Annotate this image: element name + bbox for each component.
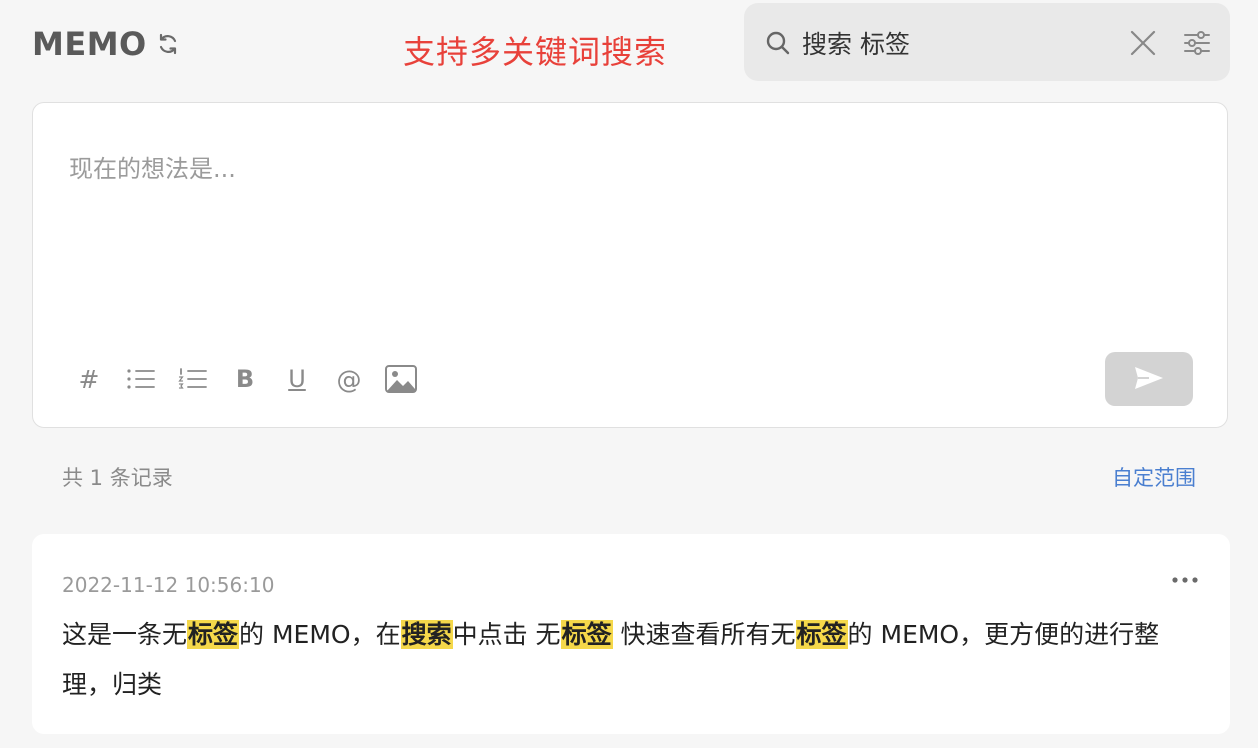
memo-text-segment: 的 MEMO，在 [239, 620, 401, 649]
highlighted-keyword: 标签 [560, 620, 613, 649]
header: MEMO 支持多关键词搜索 [0, 0, 1258, 90]
memo-timestamp: 2022-11-12 10:56:10 [62, 573, 275, 597]
highlighted-keyword: 标签 [187, 620, 240, 649]
underline-icon[interactable]: U [279, 361, 315, 397]
memo-card: 2022-11-12 10:56:10 这是一条无标签的 MEMO，在搜索中点击… [32, 534, 1230, 734]
more-horizontal-icon[interactable] [1170, 568, 1200, 592]
memo-text-segment: 中点击 无 [452, 620, 561, 649]
memo-text-segment: 快速查看所有无 [612, 620, 796, 649]
editor-toolbar: # B U @ [71, 359, 435, 399]
bold-icon[interactable]: B [227, 361, 263, 397]
filter-sliders-icon[interactable] [1182, 28, 1212, 58]
record-count: 共 1 条记录 [62, 466, 173, 490]
bullet-list-icon[interactable] [123, 361, 159, 397]
memo-text-segment: 这是一条无 [62, 620, 188, 649]
numbered-list-icon[interactable] [175, 361, 211, 397]
underline-label: U [288, 365, 306, 393]
memo-content: 这是一条无标签的 MEMO，在搜索中点击 无标签 快速查看所有无标签的 MEMO… [62, 610, 1202, 710]
feature-annotation: 支持多关键词搜索 [403, 33, 668, 71]
image-icon[interactable] [383, 361, 419, 397]
sync-icon[interactable] [155, 31, 181, 57]
bold-label: B [235, 365, 255, 393]
highlighted-keyword: 搜索 [400, 620, 453, 649]
highlighted-keyword: 标签 [795, 620, 848, 649]
records-bar: 共 1 条记录 自定范围 [62, 462, 1196, 494]
send-icon [1133, 365, 1165, 394]
send-button[interactable] [1105, 352, 1193, 406]
close-icon[interactable] [1130, 30, 1156, 56]
search-box [744, 3, 1230, 81]
search-icon [764, 29, 792, 57]
search-input[interactable] [802, 23, 1112, 63]
mention-label: @ [336, 364, 362, 394]
hash-icon[interactable]: # [71, 361, 107, 397]
brand: MEMO [32, 26, 181, 62]
mention-icon[interactable]: @ [331, 361, 367, 397]
custom-range-link[interactable]: 自定范围 [1112, 462, 1196, 494]
hash-label: # [78, 364, 100, 394]
app-title: MEMO [32, 25, 147, 63]
memo-input[interactable] [69, 149, 1169, 269]
memo-editor: # B U [32, 102, 1228, 428]
